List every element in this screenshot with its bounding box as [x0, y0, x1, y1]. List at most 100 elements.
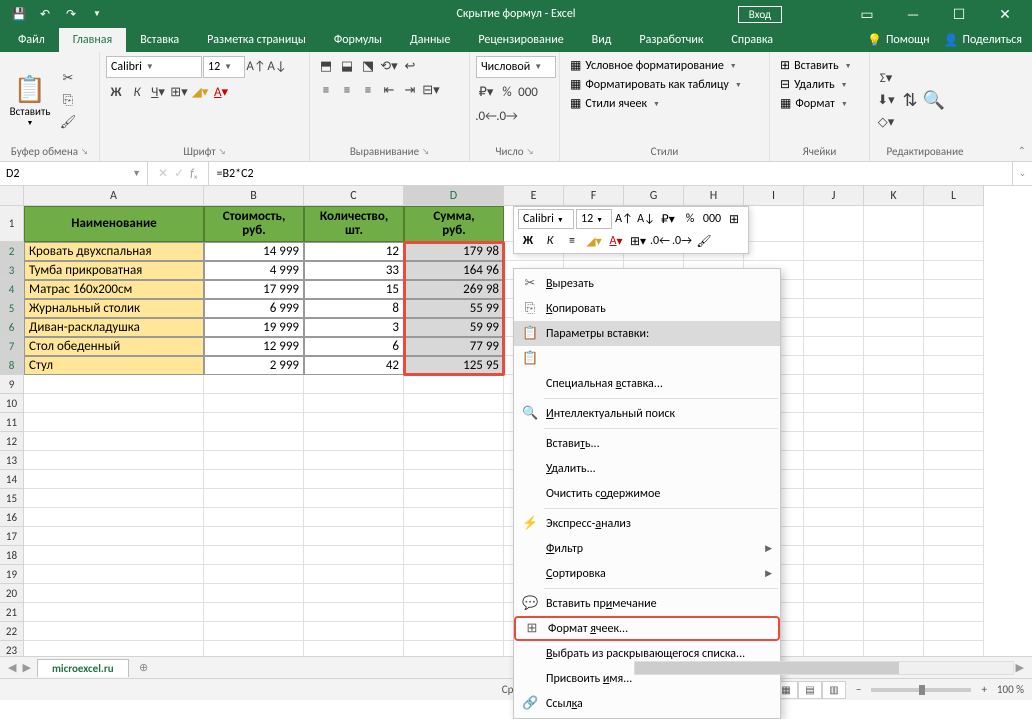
cell[interactable]: 77 99: [404, 337, 504, 356]
tab-file[interactable]: Файл: [4, 28, 59, 52]
cell[interactable]: [804, 261, 864, 280]
find-select-icon[interactable]: 🔍: [924, 90, 944, 110]
row-header[interactable]: 5: [0, 299, 24, 318]
currency-icon[interactable]: ₽▾: [476, 82, 496, 102]
cell[interactable]: [24, 527, 204, 546]
cell[interactable]: [864, 565, 924, 584]
cell[interactable]: [24, 508, 204, 527]
underline-button[interactable]: Ч▾: [148, 82, 168, 102]
redo-icon[interactable]: ↷: [60, 3, 82, 25]
cell[interactable]: [304, 603, 404, 622]
cell[interactable]: [804, 413, 864, 432]
orientation-icon[interactable]: ⟲▾: [379, 56, 399, 76]
cell[interactable]: [24, 394, 204, 413]
cell[interactable]: [804, 603, 864, 622]
cell[interactable]: [804, 299, 864, 318]
cell[interactable]: [24, 489, 204, 508]
cell[interactable]: 6 999: [204, 299, 304, 318]
cell-styles-button[interactable]: ▦Стили ячеек▼: [566, 94, 763, 113]
cell[interactable]: [304, 470, 404, 489]
table-header-cell[interactable]: Сумма,руб.: [404, 206, 504, 242]
cell[interactable]: Диван-раскладушка: [24, 318, 204, 337]
cancel-formula-icon[interactable]: ✕: [158, 166, 168, 181]
mini-painter-icon[interactable]: 🖌: [694, 231, 714, 251]
cell[interactable]: [804, 206, 864, 242]
mini-align-icon[interactable]: ≡: [562, 231, 582, 251]
row-header[interactable]: 21: [0, 603, 24, 622]
paste-button[interactable]: 📋 Вставить ▼: [6, 56, 54, 144]
context-menu-item[interactable]: 🔍Интеллектуальный поиск: [514, 401, 780, 426]
row-header[interactable]: 22: [0, 622, 24, 641]
row-header[interactable]: 9: [0, 375, 24, 394]
cell[interactable]: [304, 394, 404, 413]
tell-me-link[interactable]: 💡Помощн: [867, 33, 930, 48]
cell[interactable]: [924, 508, 984, 527]
cell[interactable]: [304, 622, 404, 641]
cell[interactable]: [864, 470, 924, 489]
cell[interactable]: [924, 565, 984, 584]
cell[interactable]: [924, 603, 984, 622]
cell[interactable]: 164 96: [404, 261, 504, 280]
font-size-combo[interactable]: 12▼: [203, 56, 245, 78]
format-cells-button[interactable]: ▦Формат▼: [776, 94, 863, 113]
cell[interactable]: [924, 451, 984, 470]
column-header[interactable]: E: [504, 186, 564, 206]
zoom-thumb[interactable]: [919, 685, 925, 695]
cell[interactable]: [304, 527, 404, 546]
horizontal-scrollbar[interactable]: ◀ ▶: [624, 661, 1024, 675]
cell[interactable]: [864, 375, 924, 394]
cell[interactable]: [924, 299, 984, 318]
cell[interactable]: [304, 584, 404, 603]
cell[interactable]: [924, 318, 984, 337]
cell[interactable]: 6: [304, 337, 404, 356]
name-box[interactable]: D2▼: [0, 162, 148, 185]
wrap-text-icon[interactable]: ↩: [400, 56, 420, 76]
context-menu-item[interactable]: Специальная вставка...: [514, 371, 780, 396]
indent-dec-icon[interactable]: ⇤: [379, 80, 399, 100]
context-menu-item[interactable]: Сортировка▶: [514, 561, 780, 586]
column-header[interactable]: F: [564, 186, 624, 206]
cell[interactable]: [204, 375, 304, 394]
cell[interactable]: [864, 546, 924, 565]
cell[interactable]: [864, 318, 924, 337]
row-header[interactable]: 1: [0, 206, 24, 242]
cell[interactable]: [924, 641, 984, 656]
cell[interactable]: 33: [304, 261, 404, 280]
sign-in-button[interactable]: Вход: [738, 6, 782, 23]
ribbon-display-icon[interactable]: ▭: [846, 0, 888, 28]
clear-icon[interactable]: ◇▾: [876, 112, 896, 132]
mini-fill-icon[interactable]: ◢▾: [584, 231, 604, 251]
cell[interactable]: [404, 603, 504, 622]
undo-icon[interactable]: ↶: [34, 3, 56, 25]
mini-italic-icon[interactable]: К: [540, 231, 560, 251]
align-bottom-icon[interactable]: ⬔: [358, 56, 378, 76]
cell[interactable]: 125 95: [404, 356, 504, 375]
indent-inc-icon[interactable]: ⇥: [400, 80, 420, 100]
cell[interactable]: [864, 603, 924, 622]
cell[interactable]: [24, 451, 204, 470]
tab-insert[interactable]: Вставка: [126, 28, 193, 52]
row-header[interactable]: 11: [0, 413, 24, 432]
increase-font-icon[interactable]: A↑: [246, 56, 266, 76]
cell[interactable]: 269 98: [404, 280, 504, 299]
cell[interactable]: 179 98: [404, 242, 504, 261]
cell[interactable]: [804, 565, 864, 584]
cell[interactable]: [404, 394, 504, 413]
expand-formula-bar-icon[interactable]: ⌄: [1012, 162, 1032, 185]
delete-cells-button[interactable]: ⊟Удалить▼: [776, 75, 863, 94]
zoom-out-button[interactable]: −: [856, 683, 861, 696]
column-header[interactable]: I: [744, 186, 804, 206]
share-link[interactable]: 👤Поделиться: [944, 33, 1022, 48]
add-sheet-button[interactable]: ⊕: [135, 659, 153, 677]
mini-percent-icon[interactable]: %: [680, 209, 700, 229]
row-header[interactable]: 16: [0, 508, 24, 527]
cell[interactable]: [864, 641, 924, 656]
align-middle-icon[interactable]: ⬓: [337, 56, 357, 76]
scroll-right-icon[interactable]: ▶: [1016, 661, 1024, 674]
row-header[interactable]: 20: [0, 584, 24, 603]
cell[interactable]: [924, 394, 984, 413]
table-header-cell[interactable]: Количество,шт.: [304, 206, 404, 242]
scrollbar-thumb[interactable]: [635, 662, 899, 674]
column-header[interactable]: C: [304, 186, 404, 206]
row-header[interactable]: 19: [0, 565, 24, 584]
